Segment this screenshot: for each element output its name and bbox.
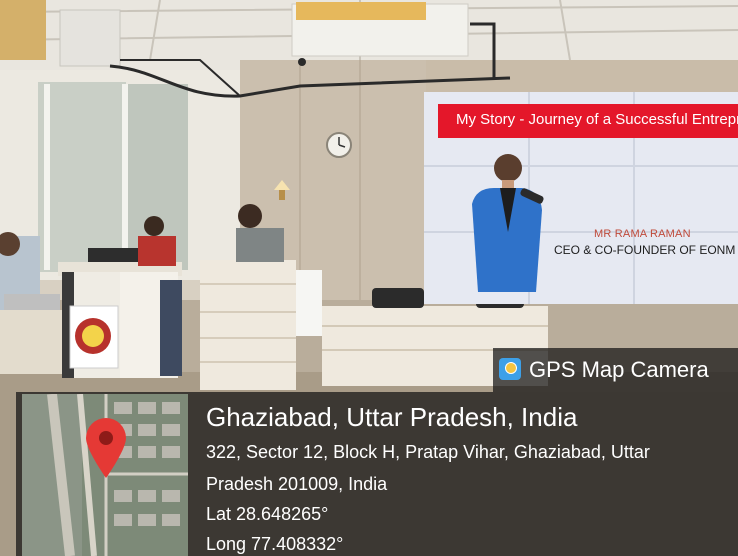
- screen-title-bar: My Story - Journey of a Successful Entre…: [438, 104, 738, 138]
- gps-map-camera-icon: [499, 358, 521, 380]
- gps-longitude: Long 77.408332°: [206, 534, 344, 554]
- gps-latitude: Lat 28.648265°: [206, 504, 329, 524]
- gps-address-line-1: 322, Sector 12, Block H, Pratap Vihar, G…: [206, 442, 650, 462]
- gps-address-line-2: Pradesh 201009, India: [206, 474, 388, 494]
- gps-map-thumbnail: [22, 394, 188, 556]
- speaker-role: CEO & CO-FOUNDER OF EONM: [554, 243, 736, 257]
- gps-app-title: GPS Map Camera: [529, 357, 709, 382]
- photo-scene: My Story - Journey of a Successful Entre…: [0, 0, 738, 556]
- speaker-name: MR RAMA RAMAN: [594, 228, 691, 240]
- gps-city: Ghaziabad, Uttar Pradesh, India: [206, 402, 578, 432]
- map-pin-icon: [86, 418, 126, 478]
- screen-title: My Story - Journey of a Successful Entre…: [456, 111, 738, 128]
- presentation-screen: My Story - Journey of a Successful Entre…: [424, 92, 738, 304]
- gps-app-header: GPS Map Camera: [493, 348, 738, 392]
- gps-location-panel: Ghaziabad, Uttar Pradesh, India 322, Sec…: [16, 392, 738, 556]
